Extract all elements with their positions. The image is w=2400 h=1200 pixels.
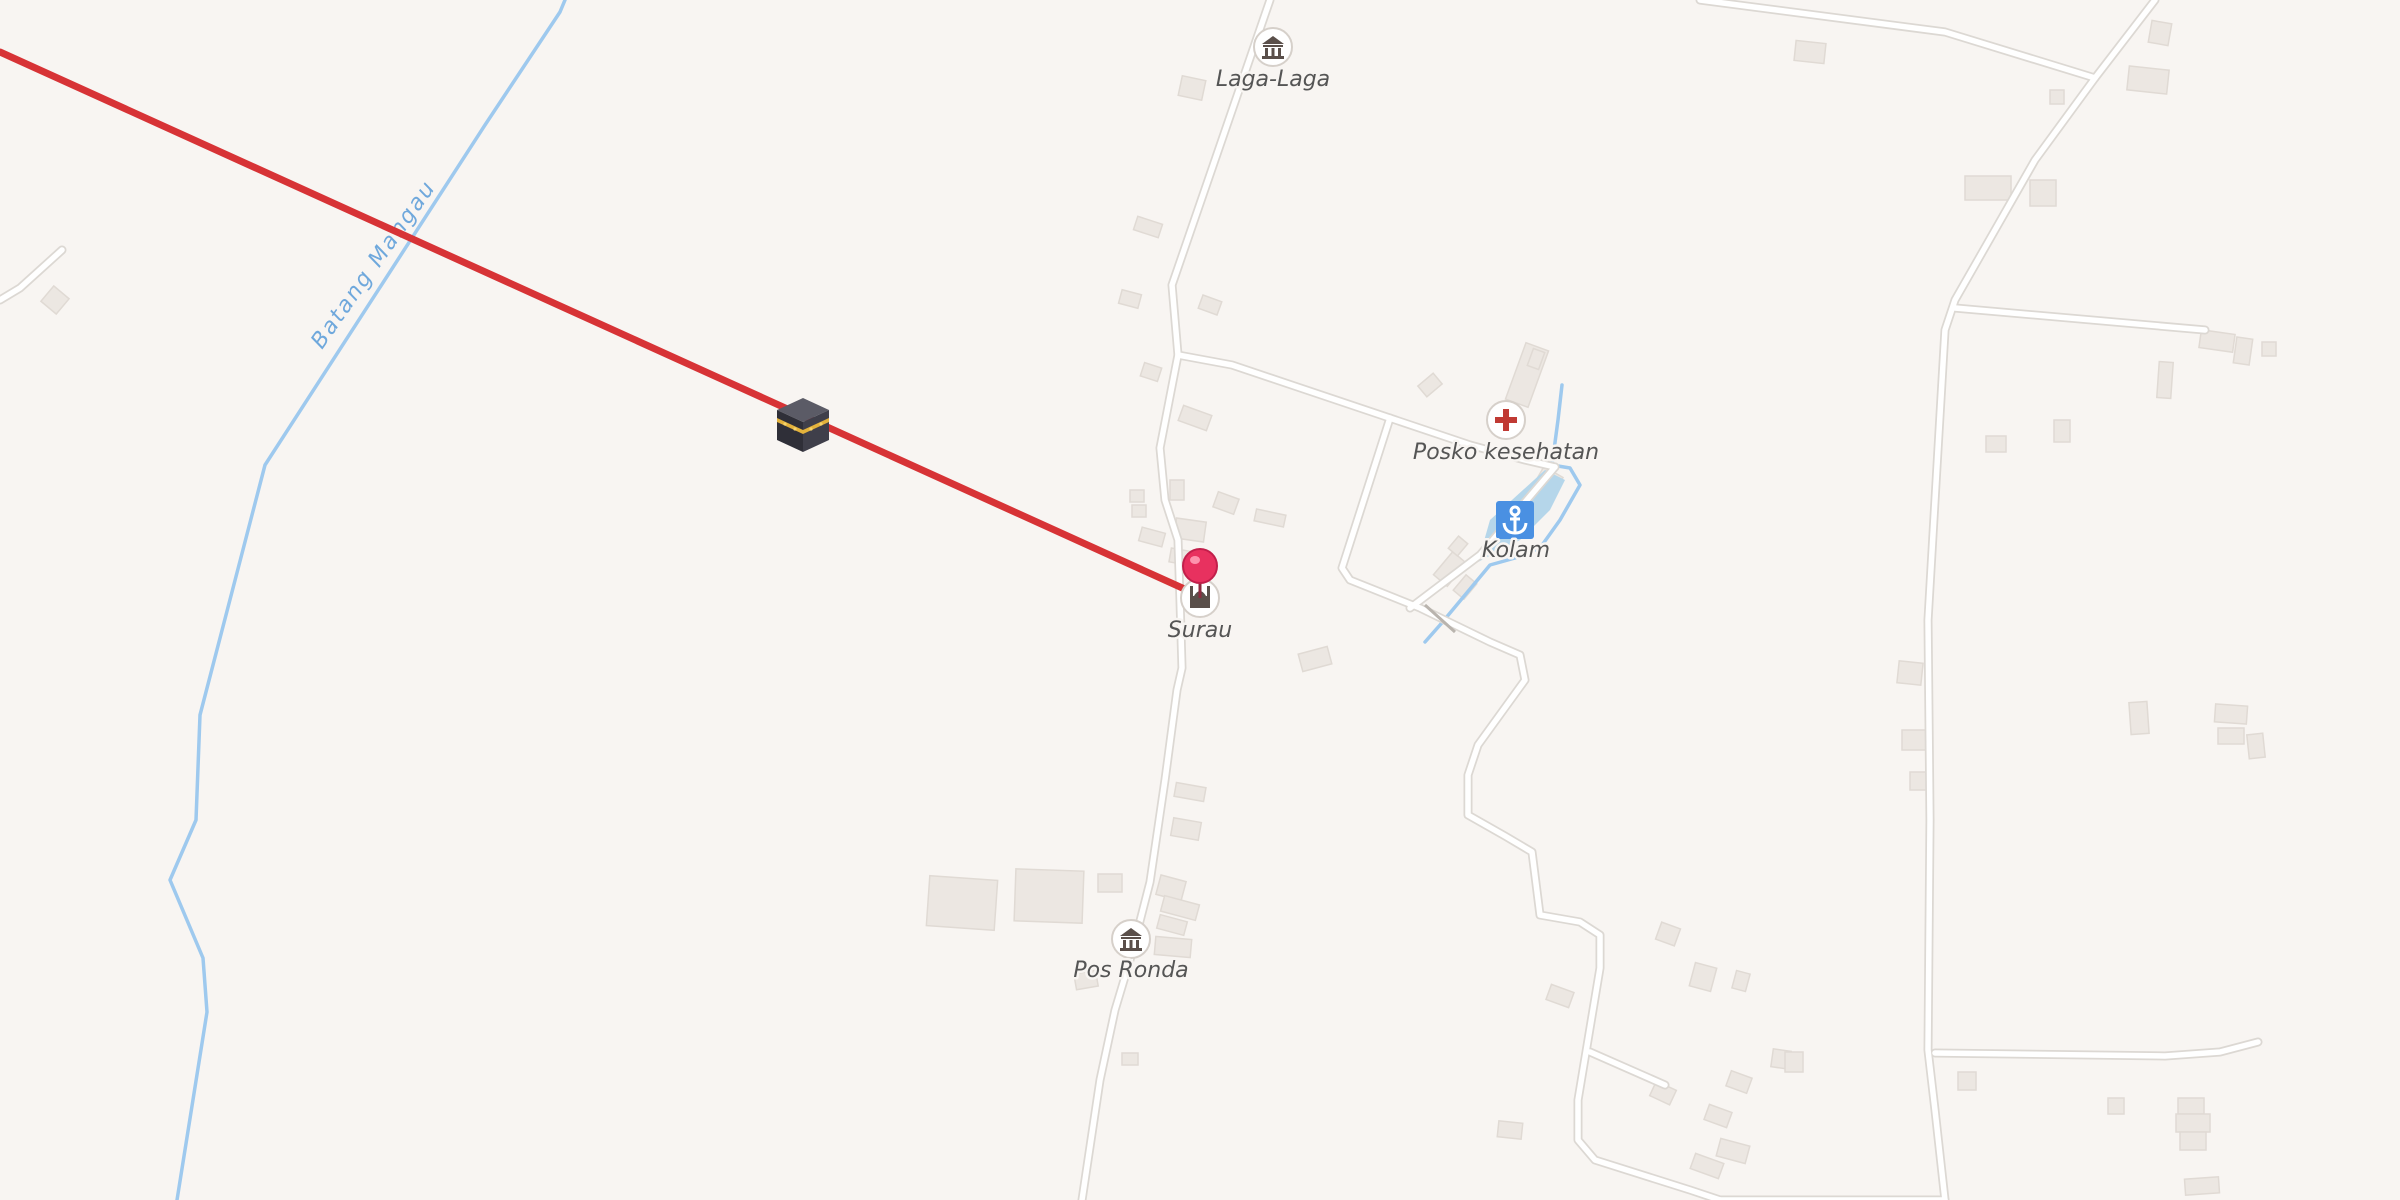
health-post-icon: [1486, 400, 1526, 440]
waterways: [168, 0, 1582, 1200]
museum-icon: [1111, 919, 1151, 959]
poi-label: Kolam: [1482, 538, 1550, 563]
poi-laga-laga[interactable]: Laga-Laga: [1213, 27, 1333, 95]
roads-casing: [0, 0, 2263, 1200]
buildings: [39, 19, 2277, 1196]
poi-label: Pos Ronda: [1073, 958, 1188, 983]
route-line: [0, 48, 1204, 600]
poi-label: Laga-Laga: [1216, 67, 1330, 92]
museum-icon: [1253, 27, 1293, 67]
anchor-icon: [1496, 501, 1534, 539]
roads: [0, 0, 2261, 1200]
poi-label: Posko kesehatan: [1413, 440, 1599, 465]
map-layer: Batang Mangau Laga-Laga Posko kesehatan: [0, 0, 2277, 1200]
poi-label: Surau: [1168, 618, 1232, 643]
map-canvas[interactable]: Batang Mangau Laga-Laga Posko kesehatan: [0, 0, 2400, 1200]
